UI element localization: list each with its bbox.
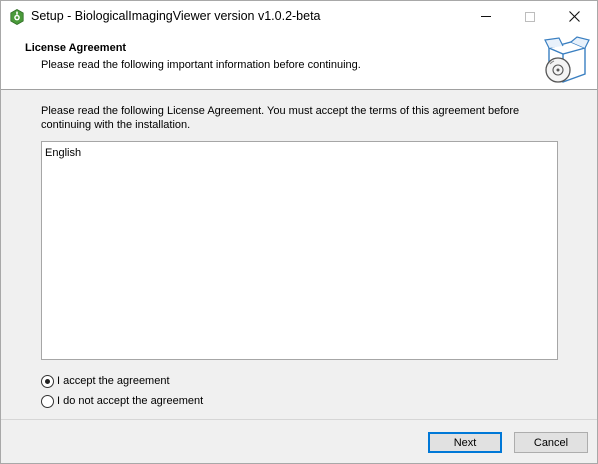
maximize-button[interactable] — [507, 1, 553, 32]
maximize-icon — [525, 11, 535, 22]
close-icon — [568, 11, 580, 22]
installer-box-disc-icon — [544, 36, 590, 83]
accept-radio[interactable] — [41, 374, 54, 388]
page-title: License Agreement — [25, 42, 127, 54]
page-subtitle: Please read the following important info… — [41, 59, 361, 71]
window-title: Setup - BiologicalImagingViewer version … — [31, 9, 321, 23]
decline-option[interactable]: I do not accept the agreement — [41, 393, 203, 409]
license-instructions: Please read the following License Agreem… — [41, 105, 520, 131]
next-button[interactable]: Next — [428, 432, 502, 453]
title-bar[interactable]: Setup - BiologicalImagingViewer version … — [1, 1, 597, 32]
cancel-button[interactable]: Cancel — [514, 432, 588, 453]
license-text: English — [45, 147, 82, 159]
close-button[interactable] — [551, 1, 597, 32]
minimize-icon — [481, 16, 491, 17]
wizard-header: License Agreement Please read the follow… — [1, 32, 597, 90]
license-textbox[interactable]: English — [41, 141, 558, 360]
accept-option[interactable]: I accept the agreement — [41, 373, 170, 389]
decline-radio[interactable] — [41, 394, 54, 408]
footer-divider — [1, 419, 597, 420]
setup-window: Setup - BiologicalImagingViewer version … — [0, 0, 598, 464]
accept-label: I accept the agreement — [57, 375, 170, 387]
setup-app-icon — [10, 9, 24, 25]
decline-label: I do not accept the agreement — [57, 395, 204, 407]
minimize-button[interactable] — [463, 1, 509, 32]
